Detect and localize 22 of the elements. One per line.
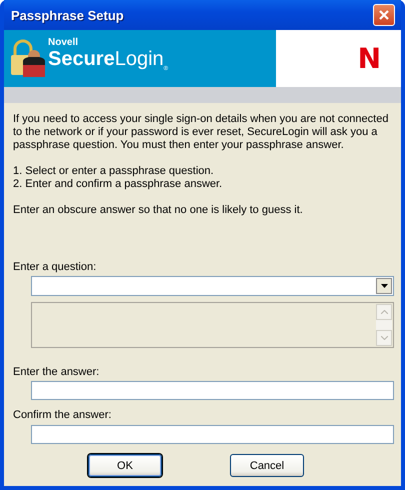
logo: N [358, 42, 381, 75]
product-name: SecureLogin$_{®}$ [48, 48, 168, 74]
ok-button[interactable]: OK [88, 454, 162, 477]
lock-user-icon [10, 38, 46, 78]
caret-icon [380, 284, 388, 288]
instruction-text: 2. Enter and confirm a passphrase answer. [13, 178, 224, 191]
vendor-name: Novell [48, 37, 80, 48]
answer-field[interactable] [31, 381, 394, 400]
field-label: Enter a question: [13, 261, 98, 273]
chevron-down-icon [380, 336, 388, 340]
chevron-up-icon [380, 310, 388, 314]
cancel-button[interactable]: Cancel [230, 454, 304, 477]
dropdown-button[interactable] [376, 278, 392, 294]
window-title: Passphrase Setup [11, 8, 125, 22]
close-button[interactable] [373, 4, 395, 26]
instruction-text: Enter an obscure answer so that no one is likely to guess it. [13, 204, 304, 217]
field-label: Confirm the answer: [13, 409, 112, 421]
field-label: Enter the answer: [13, 366, 100, 378]
confirm-answer-field[interactable] [31, 425, 394, 444]
close-icon [378, 9, 390, 21]
instruction-paragraph: If you need to access your single sign-on details when you are not connected to the network or if your password is ever reset, SecureLogin will ask you a passphrase question. You must then enter your passphrase answer. [13, 113, 390, 152]
instruction-text: 1. Select or enter a passphrase question. [13, 165, 215, 178]
